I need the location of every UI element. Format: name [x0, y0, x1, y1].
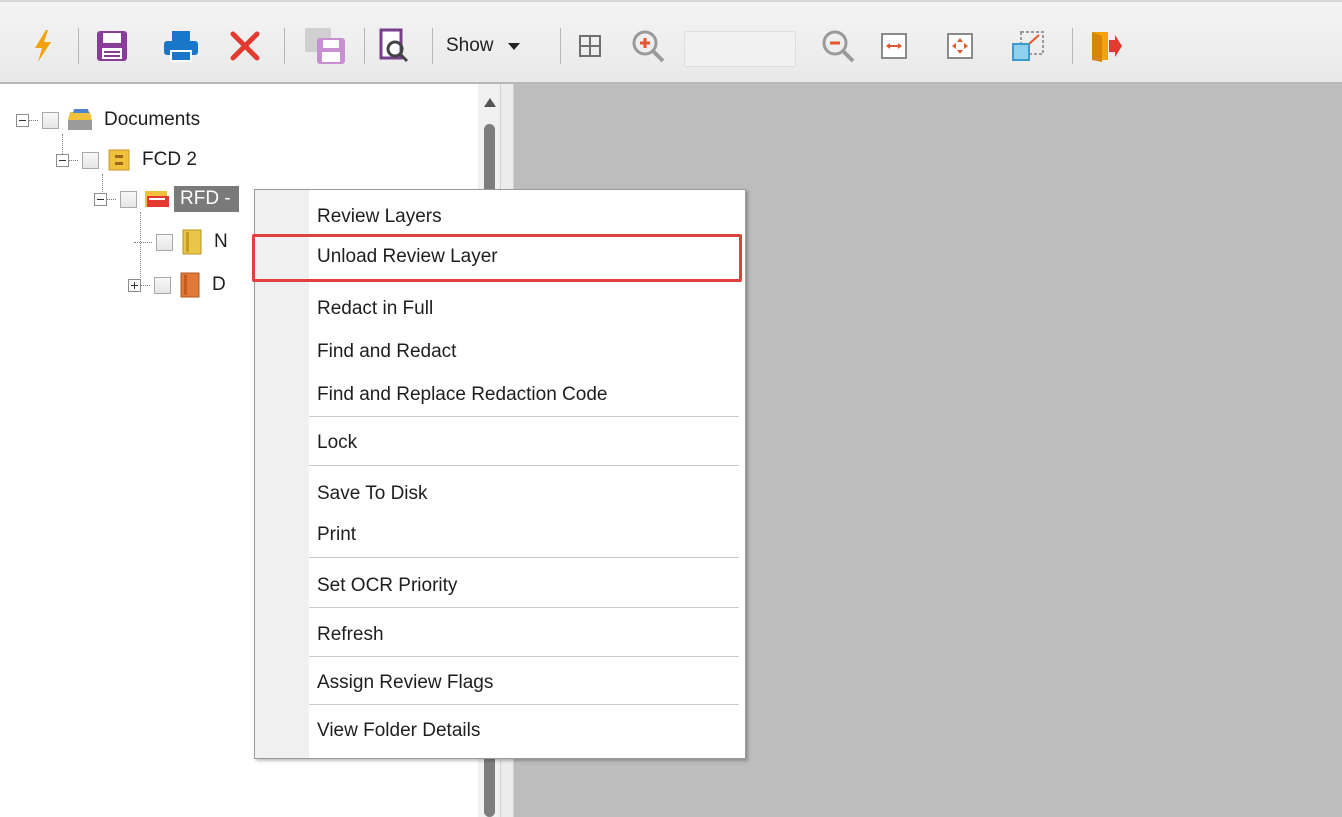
- menu-item-view-folder-details[interactable]: View Folder Details: [317, 720, 480, 742]
- menu-item-find-and-redact[interactable]: Find and Redact: [317, 341, 456, 363]
- menu-item-print[interactable]: Print: [317, 524, 356, 546]
- tree-node-rfd[interactable]: RFD -: [94, 186, 239, 212]
- documents-stack-icon: [68, 109, 92, 130]
- menu-item-refresh[interactable]: Refresh: [317, 624, 384, 646]
- fit-width-icon[interactable]: [876, 26, 912, 66]
- lightning-icon[interactable]: [26, 26, 60, 66]
- tree-node-label: N: [214, 231, 228, 252]
- actual-size-icon[interactable]: [1008, 26, 1048, 66]
- collapse-toggle[interactable]: [56, 153, 69, 167]
- save-copy-icon[interactable]: [300, 26, 350, 66]
- tree-node-label: FCD 2: [142, 149, 197, 170]
- menu-separator: [309, 465, 739, 466]
- expand-toggle[interactable]: [128, 278, 141, 292]
- menu-separator: [309, 557, 739, 558]
- menu-item-assign-review-flags[interactable]: Assign Review Flags: [317, 672, 493, 694]
- menu-separator: [309, 704, 739, 705]
- annotation-highlight-box: [252, 234, 742, 282]
- menu-separator: [309, 607, 739, 608]
- show-label: Show: [446, 35, 494, 56]
- collapse-toggle[interactable]: [94, 192, 107, 206]
- tree-connector: [29, 119, 38, 121]
- delete-icon[interactable]: [226, 26, 264, 66]
- exit-icon[interactable]: [1086, 26, 1126, 66]
- tree-connector: [69, 159, 78, 161]
- menu-separator: [309, 656, 739, 657]
- tree-connector: [134, 241, 152, 243]
- tree-connector: [141, 284, 150, 286]
- toolbar-separator: [1072, 28, 1073, 64]
- tree-node-documents[interactable]: Documents: [16, 107, 200, 133]
- tree-node-fcd[interactable]: FCD 2: [56, 147, 197, 173]
- print-icon[interactable]: [160, 26, 202, 66]
- binder-icon: [180, 272, 200, 298]
- tree-node-label: RFD -: [174, 186, 239, 212]
- tree-connector: [107, 198, 116, 200]
- menu-item-save-to-disk[interactable]: Save To Disk: [317, 483, 428, 505]
- tree-node-child[interactable]: D: [128, 272, 226, 298]
- checkbox[interactable]: [120, 190, 137, 208]
- checkbox[interactable]: [82, 151, 99, 169]
- cabinet-icon: [108, 149, 130, 171]
- toolbar-separator: [560, 28, 561, 64]
- menu-item-lock[interactable]: Lock: [317, 432, 357, 454]
- tree-node-child[interactable]: N: [134, 229, 228, 255]
- checkbox[interactable]: [42, 111, 59, 129]
- collapse-toggle[interactable]: [16, 113, 29, 127]
- grid-icon[interactable]: [572, 26, 608, 66]
- menu-item-find-replace-redaction-code[interactable]: Find and Replace Redaction Code: [317, 384, 607, 406]
- show-dropdown[interactable]: Show: [446, 26, 546, 66]
- tree-node-label: Documents: [104, 109, 201, 130]
- menu-separator: [309, 416, 739, 417]
- zoom-in-icon[interactable]: [626, 26, 670, 66]
- checkbox[interactable]: [154, 276, 171, 294]
- main-toolbar: Show: [0, 0, 1342, 84]
- binder-icon: [182, 229, 202, 255]
- menu-item-redact-in-full[interactable]: Redact in Full: [317, 298, 433, 320]
- open-folder-icon: [145, 191, 169, 207]
- scroll-up-arrow-icon[interactable]: [484, 98, 496, 107]
- toolbar-separator: [432, 28, 433, 64]
- tree-node-label: D: [212, 274, 226, 295]
- fit-page-icon[interactable]: [942, 26, 978, 66]
- checkbox[interactable]: [156, 233, 173, 251]
- zoom-out-icon[interactable]: [816, 26, 860, 66]
- toolbar-separator: [284, 28, 285, 64]
- toolbar-separator: [364, 28, 365, 64]
- zoom-level-input[interactable]: [684, 31, 796, 67]
- menu-item-set-ocr-priority[interactable]: Set OCR Priority: [317, 575, 457, 597]
- find-document-icon[interactable]: [374, 26, 414, 66]
- save-icon[interactable]: [92, 26, 132, 66]
- chevron-down-icon: [507, 42, 520, 50]
- toolbar-separator: [78, 28, 79, 64]
- menu-item-review-layers[interactable]: Review Layers: [317, 206, 442, 228]
